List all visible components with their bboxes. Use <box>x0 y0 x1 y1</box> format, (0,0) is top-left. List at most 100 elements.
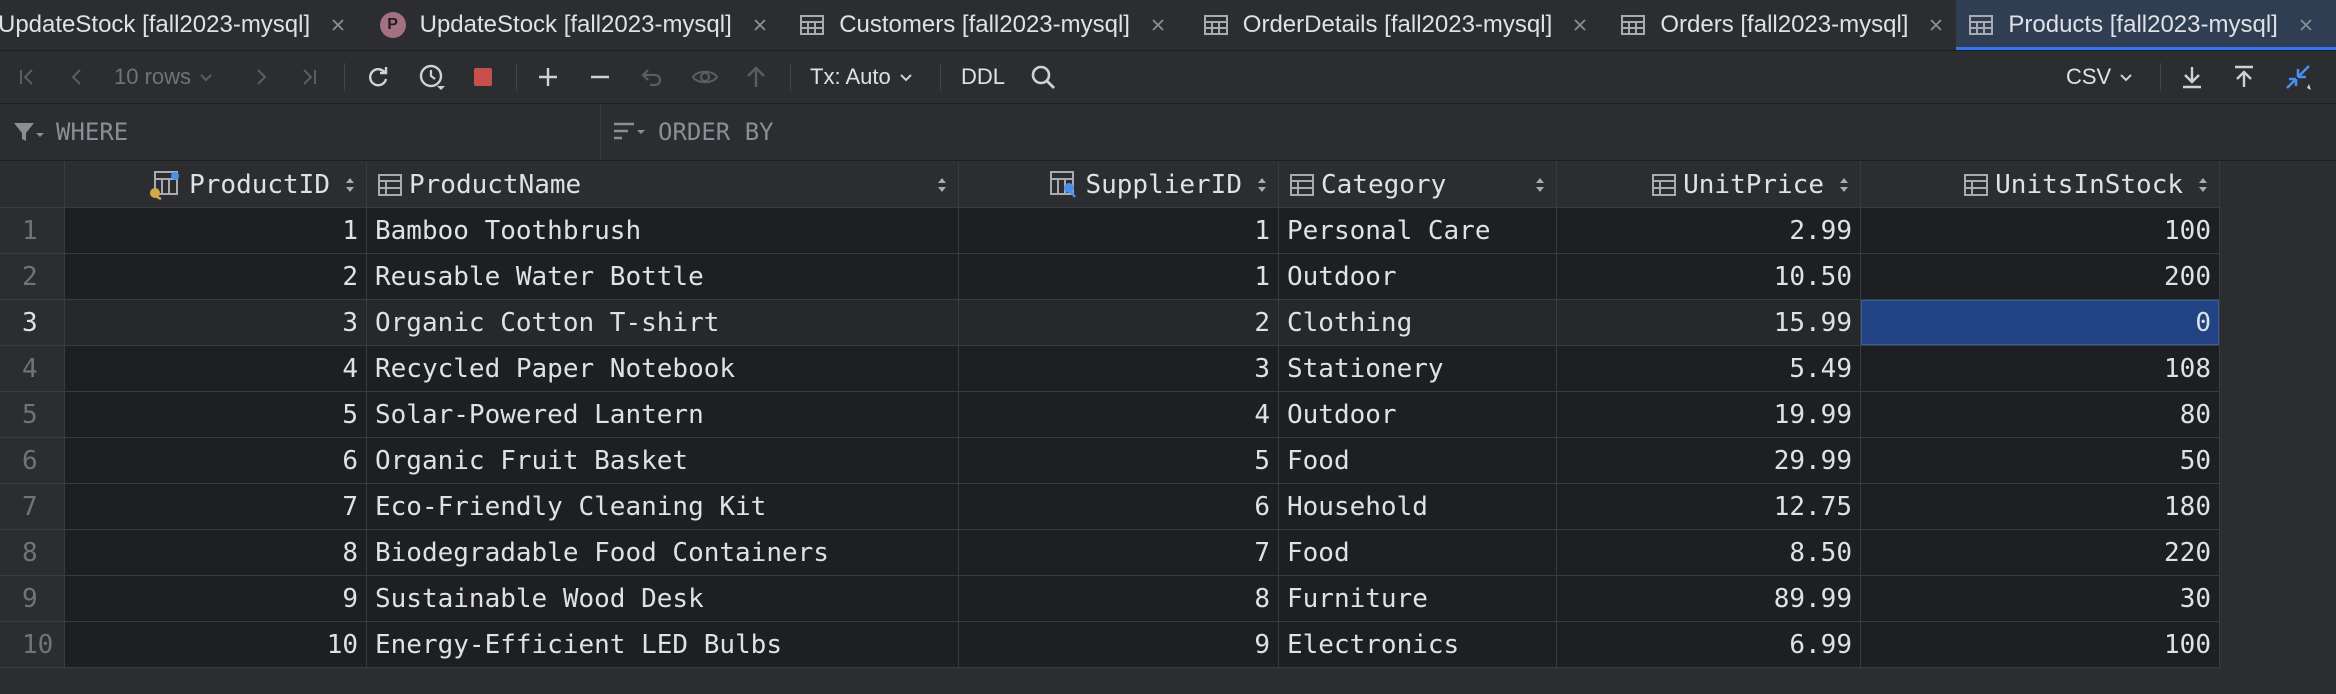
sort-toggle-icon[interactable] <box>1534 176 1546 194</box>
cell-unitprice[interactable]: 2.99 <box>1557 208 1861 254</box>
cell-category[interactable]: Electronics <box>1279 622 1557 668</box>
cell-supplierid[interactable]: 4 <box>959 392 1279 438</box>
cell-unitprice[interactable]: 29.99 <box>1557 438 1861 484</box>
preview-pending-changes-button[interactable] <box>688 51 722 103</box>
selected-cell-unitsinstock[interactable]: 0 <box>1861 300 2220 346</box>
column-header-category[interactable]: Category <box>1279 162 1557 208</box>
where-filter-input[interactable]: WHERE <box>12 104 592 160</box>
cell-unitsinstock[interactable]: 100 <box>1861 622 2220 668</box>
transaction-mode-dropdown[interactable]: Tx: Auto <box>810 51 928 103</box>
tab-updatestock-procedure[interactable]: P UpdateStock [fall2023-mysql] <box>370 0 790 50</box>
cell-unitsinstock[interactable]: 30 <box>1861 576 2220 622</box>
cell-supplierid[interactable]: 2 <box>959 300 1279 346</box>
cell-productname[interactable]: Energy-Efficient LED Bulbs <box>367 622 959 668</box>
delete-row-button[interactable] <box>584 51 616 103</box>
sort-toggle-icon[interactable] <box>1838 176 1850 194</box>
auto-refresh-button[interactable] <box>412 51 452 103</box>
cell-unitprice[interactable]: 6.99 <box>1557 622 1861 668</box>
cell-category[interactable]: Outdoor <box>1279 392 1557 438</box>
cell-productname[interactable]: Recycled Paper Notebook <box>367 346 959 392</box>
cell-productid[interactable]: 5 <box>65 392 367 438</box>
cell-category[interactable]: Food <box>1279 438 1557 484</box>
cell-supplierid[interactable]: 5 <box>959 438 1279 484</box>
cell-unitprice[interactable]: 15.99 <box>1557 300 1861 346</box>
cell-productid[interactable]: 3 <box>65 300 367 346</box>
cell-category[interactable]: Food <box>1279 530 1557 576</box>
table-row[interactable]: 7 7 Eco-Friendly Cleaning Kit 6 Househol… <box>0 484 2220 530</box>
cell-productid[interactable]: 6 <box>65 438 367 484</box>
cell-category[interactable]: Furniture <box>1279 576 1557 622</box>
cell-unitprice[interactable]: 8.50 <box>1557 530 1861 576</box>
table-row[interactable]: 2 2 Reusable Water Bottle 1 Outdoor 10.5… <box>0 254 2220 300</box>
table-row[interactable]: 1 1 Bamboo Toothbrush 1 Personal Care 2.… <box>0 208 2220 254</box>
row-number[interactable]: 8 <box>0 530 65 576</box>
row-number[interactable]: 6 <box>0 438 65 484</box>
cell-category[interactable]: Clothing <box>1279 300 1557 346</box>
column-header-unitsinstock[interactable]: UnitsInStock <box>1861 162 2220 208</box>
table-row[interactable]: 4 4 Recycled Paper Notebook 3 Stationery… <box>0 346 2220 392</box>
table-row[interactable]: 6 6 Organic Fruit Basket 5 Food 29.99 50 <box>0 438 2220 484</box>
cell-supplierid[interactable]: 8 <box>959 576 1279 622</box>
cancel-query-button[interactable] <box>468 51 498 103</box>
export-data-button[interactable] <box>2176 51 2208 103</box>
cell-productid[interactable]: 1 <box>65 208 367 254</box>
cell-productid[interactable]: 10 <box>65 622 367 668</box>
column-header-productid[interactable]: ProductID <box>65 162 367 208</box>
cell-unitsinstock[interactable]: 50 <box>1861 438 2220 484</box>
tab-orderdetails[interactable]: OrderDetails [fall2023-mysql] <box>1193 0 1611 50</box>
cell-productname[interactable]: Sustainable Wood Desk <box>367 576 959 622</box>
column-header-unitprice[interactable]: UnitPrice <box>1557 162 1861 208</box>
cell-unitsinstock[interactable]: 100 <box>1861 208 2220 254</box>
table-row[interactable]: 5 5 Solar-Powered Lantern 4 Outdoor 19.9… <box>0 392 2220 438</box>
cell-unitprice[interactable]: 89.99 <box>1557 576 1861 622</box>
sort-toggle-icon[interactable] <box>2197 176 2209 194</box>
cell-category[interactable]: Household <box>1279 484 1557 530</box>
close-icon[interactable] <box>1928 17 1944 33</box>
sort-toggle-icon[interactable] <box>344 176 356 194</box>
tab-updatestock-1[interactable]: UpdateStock [fall2023-mysql] <box>0 0 370 50</box>
cell-unitsinstock[interactable]: 200 <box>1861 254 2220 300</box>
cell-productid[interactable]: 8 <box>65 530 367 576</box>
revert-button[interactable] <box>636 51 668 103</box>
next-page-button[interactable] <box>246 51 276 103</box>
cell-supplierid[interactable]: 1 <box>959 254 1279 300</box>
cell-supplierid[interactable]: 1 <box>959 208 1279 254</box>
row-number[interactable]: 7 <box>0 484 65 530</box>
cell-productid[interactable]: 4 <box>65 346 367 392</box>
compare-button[interactable] <box>2280 51 2316 103</box>
close-icon[interactable] <box>1150 17 1166 33</box>
last-page-button[interactable] <box>294 51 324 103</box>
cell-unitprice[interactable]: 12.75 <box>1557 484 1861 530</box>
cell-category[interactable]: Outdoor <box>1279 254 1557 300</box>
ddl-button[interactable]: DDL <box>958 51 1008 103</box>
cell-unitprice[interactable]: 10.50 <box>1557 254 1861 300</box>
column-header-supplierid[interactable]: SupplierID <box>959 162 1279 208</box>
tab-products[interactable]: Products [fall2023-mysql] <box>1956 0 2336 50</box>
cell-productname[interactable]: Solar-Powered Lantern <box>367 392 959 438</box>
column-header-productname[interactable]: ProductName <box>367 162 959 208</box>
page-size-dropdown[interactable]: 10 rows <box>114 51 230 103</box>
row-number[interactable]: 9 <box>0 576 65 622</box>
cell-category[interactable]: Personal Care <box>1279 208 1557 254</box>
first-page-button[interactable] <box>12 51 42 103</box>
cell-productname[interactable]: Eco-Friendly Cleaning Kit <box>367 484 959 530</box>
cell-productname[interactable]: Organic Cotton T-shirt <box>367 300 959 346</box>
table-row[interactable]: 9 9 Sustainable Wood Desk 8 Furniture 89… <box>0 576 2220 622</box>
tab-customers[interactable]: Customers [fall2023-mysql] <box>789 0 1193 50</box>
row-number[interactable]: 2 <box>0 254 65 300</box>
cell-productid[interactable]: 9 <box>65 576 367 622</box>
cell-productname[interactable]: Organic Fruit Basket <box>367 438 959 484</box>
search-button[interactable] <box>1026 51 1060 103</box>
cell-productname[interactable]: Biodegradable Food Containers <box>367 530 959 576</box>
previous-page-button[interactable] <box>62 51 92 103</box>
import-data-button[interactable] <box>2228 51 2260 103</box>
sort-toggle-icon[interactable] <box>936 176 948 194</box>
close-icon[interactable] <box>2298 17 2314 33</box>
cell-unitprice[interactable]: 19.99 <box>1557 392 1861 438</box>
cell-unitsinstock[interactable]: 180 <box>1861 484 2220 530</box>
cell-supplierid[interactable]: 3 <box>959 346 1279 392</box>
cell-productid[interactable]: 2 <box>65 254 367 300</box>
table-row-current[interactable]: 3 3 Organic Cotton T-shirt 2 Clothing 15… <box>0 300 2220 346</box>
close-icon[interactable] <box>752 17 768 33</box>
cell-productname[interactable]: Bamboo Toothbrush <box>367 208 959 254</box>
